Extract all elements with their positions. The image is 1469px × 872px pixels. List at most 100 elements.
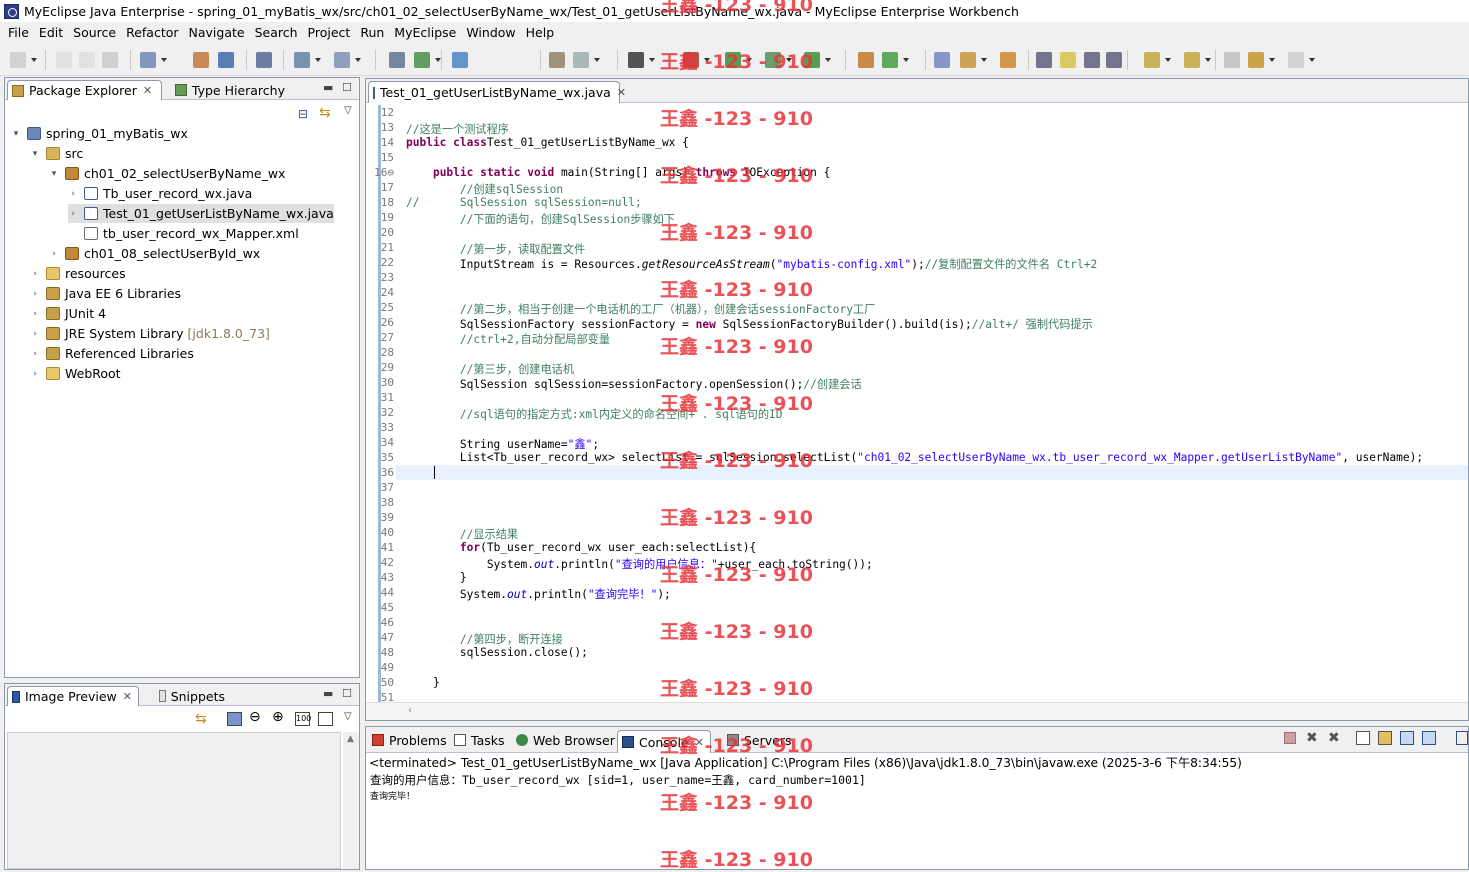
terminate-icon[interactable]: [1284, 732, 1296, 744]
tree-item[interactable]: ▾ ch01_02_selectUserByName_wx: [49, 164, 286, 183]
run-icon[interactable]: [725, 52, 741, 68]
collapsed-twisty-icon[interactable]: ›: [30, 309, 40, 319]
remove-all-icon[interactable]: ✖: [1328, 730, 1340, 746]
highlight-icon[interactable]: [1060, 52, 1076, 68]
chevron-down-icon[interactable]: [31, 58, 37, 62]
menu-refactor[interactable]: Refactor: [121, 25, 183, 40]
new-icon[interactable]: [10, 52, 26, 68]
tree-item[interactable]: › resources: [30, 264, 125, 283]
chevron-down-icon[interactable]: [746, 58, 752, 62]
collapsed-twisty-icon[interactable]: ›: [30, 329, 40, 339]
open-type-icon[interactable]: [193, 52, 209, 68]
coverage-icon[interactable]: [765, 52, 781, 68]
save-icon[interactable]: [56, 52, 72, 68]
vertical-scrollbar[interactable]: ▲: [343, 732, 359, 869]
forward-icon[interactable]: [1288, 52, 1304, 68]
tab-tasks[interactable]: Tasks: [450, 730, 511, 750]
expanded-twisty-icon[interactable]: ▾: [11, 129, 21, 139]
new-bean-icon[interactable]: [334, 52, 350, 68]
new-webservice-icon[interactable]: [256, 52, 272, 68]
menu-run[interactable]: Run: [355, 25, 389, 40]
tree-item[interactable]: › JUnit 4: [30, 304, 106, 323]
menu-edit[interactable]: Edit: [34, 25, 68, 40]
sync-icon[interactable]: ⇆: [195, 711, 207, 727]
chevron-down-icon[interactable]: [1165, 58, 1171, 62]
tree-item[interactable]: › WebRoot: [30, 364, 120, 383]
clean-icon[interactable]: [549, 52, 565, 68]
chevron-down-icon[interactable]: [315, 58, 321, 62]
debug-icon[interactable]: [683, 52, 699, 68]
maximize-icon[interactable]: ☐: [342, 687, 352, 700]
remove-launch-icon[interactable]: ✖: [1306, 730, 1318, 746]
chevron-down-icon[interactable]: [1269, 58, 1275, 62]
tree-item[interactable]: › ch01_08_selectUserById_wx: [49, 244, 260, 263]
collapse-all-icon[interactable]: ⊟: [298, 107, 308, 121]
whitespace-icon[interactable]: [1106, 52, 1122, 68]
close-icon[interactable]: ✕: [143, 84, 152, 97]
chevron-down-icon[interactable]: [903, 58, 909, 62]
camera-icon[interactable]: [628, 52, 644, 68]
collapsed-twisty-icon[interactable]: ›: [68, 189, 78, 199]
chevron-down-icon[interactable]: [594, 58, 600, 62]
menu-search[interactable]: Search: [250, 25, 303, 40]
new-server-icon[interactable]: [294, 52, 310, 68]
chevron-down-icon[interactable]: [825, 58, 831, 62]
run-server-icon[interactable]: [573, 52, 589, 68]
minimize-icon[interactable]: ▬: [323, 81, 333, 94]
tab-snippets[interactable]: Snippets: [155, 686, 231, 706]
tree-item[interactable]: › Java EE 6 Libraries: [30, 284, 181, 303]
chevron-down-icon[interactable]: [1205, 58, 1211, 62]
chevron-down-icon[interactable]: [981, 58, 987, 62]
zoom-out-icon[interactable]: ⊖: [249, 709, 261, 725]
close-icon[interactable]: ✕: [123, 690, 132, 703]
open-resource-icon[interactable]: [218, 52, 234, 68]
pencil-icon[interactable]: [960, 52, 976, 68]
tree-item[interactable]: › Tb_user_record_wx.java: [68, 184, 252, 203]
tab-package-explorer[interactable]: Package Explorer ✕: [7, 80, 162, 100]
scroll-up-icon[interactable]: ▲: [347, 734, 354, 744]
fit-image-icon[interactable]: [227, 712, 242, 726]
zoom-in-icon[interactable]: ⊕: [272, 709, 284, 725]
menu-help[interactable]: Help: [521, 25, 560, 40]
chevron-down-icon[interactable]: [161, 58, 167, 62]
maximize-icon[interactable]: ☐: [342, 81, 352, 94]
last-edit-icon[interactable]: [1224, 52, 1240, 68]
expanded-twisty-icon[interactable]: ▾: [30, 149, 40, 159]
horizontal-scrollbar[interactable]: ‹: [366, 702, 1468, 720]
folder-open-icon[interactable]: [1000, 52, 1016, 68]
menu-navigate[interactable]: Navigate: [184, 25, 250, 40]
tree-item[interactable]: tb_user_record_wx_Mapper.xml: [68, 224, 299, 243]
display-console-icon[interactable]: [1422, 731, 1436, 745]
collapsed-twisty-icon[interactable]: ›: [30, 369, 40, 379]
tab-console[interactable]: Console ✕: [617, 730, 711, 753]
collapsed-twisty-icon[interactable]: ›: [30, 269, 40, 279]
open-console-icon[interactable]: [1456, 731, 1468, 745]
menu-file[interactable]: File: [3, 25, 34, 40]
menu-source[interactable]: Source: [68, 25, 121, 40]
code-area[interactable]: 12 13 //这是一个测试程序 14 public classTest_01_getU…: [366, 105, 1468, 702]
back-icon[interactable]: [1248, 52, 1264, 68]
menu-project[interactable]: Project: [303, 25, 356, 40]
view-menu-icon[interactable]: ▽: [344, 105, 352, 116]
tab-web-browser[interactable]: Web Browser: [512, 730, 621, 750]
browser-icon[interactable]: [452, 52, 468, 68]
block-select-icon[interactable]: [1084, 52, 1100, 68]
task-icon[interactable]: [934, 52, 950, 68]
open-perspective-icon[interactable]: [858, 52, 874, 68]
tab-editor-file[interactable]: Test_01_getUserListByName_wx.java ✕: [368, 81, 626, 103]
external-tools-icon[interactable]: [804, 52, 820, 68]
pin-console-icon[interactable]: [1400, 731, 1414, 745]
chevron-down-icon[interactable]: [1309, 58, 1315, 62]
refresh-icon[interactable]: [882, 52, 898, 68]
menu-window[interactable]: Window: [461, 25, 520, 40]
fit-window-icon[interactable]: [318, 712, 333, 726]
deploy-icon[interactable]: [389, 52, 405, 68]
close-icon[interactable]: ✕: [695, 736, 704, 749]
tab-type-hierarchy[interactable]: Type Hierarchy: [171, 80, 291, 100]
chevron-down-icon[interactable]: [786, 58, 792, 62]
actual-size-icon[interactable]: 100: [295, 712, 311, 726]
clear-console-icon[interactable]: [1356, 731, 1370, 745]
new-project-icon[interactable]: [140, 52, 156, 68]
chevron-down-icon[interactable]: [649, 58, 655, 62]
chevron-down-icon[interactable]: [355, 58, 361, 62]
